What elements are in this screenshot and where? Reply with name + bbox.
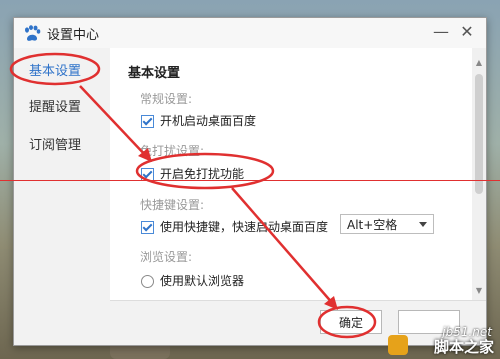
annotation-arrowhead-2 xyxy=(324,296,338,310)
annotation-arrow-2 xyxy=(231,187,335,306)
annotation-overlay xyxy=(9,52,377,339)
watermark-name: 脚本之家 xyxy=(433,338,494,356)
annotation-circle-basic xyxy=(9,52,101,86)
watermark-logo xyxy=(388,335,408,355)
annotation-circle-ok xyxy=(317,305,377,339)
annotation-arrow-1 xyxy=(79,85,149,159)
annotation-circle-dnd xyxy=(135,152,275,190)
